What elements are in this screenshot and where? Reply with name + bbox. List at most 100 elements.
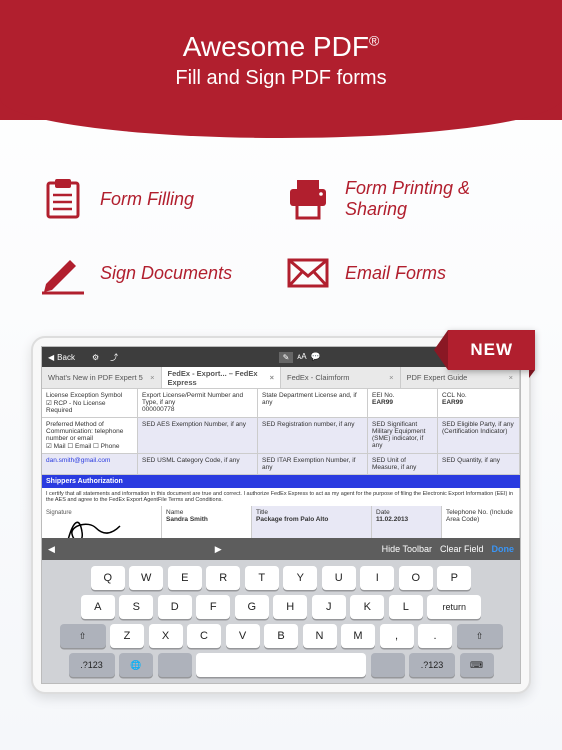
key-L[interactable]: L (389, 595, 423, 619)
form-cell: EEI No.EAR99 (368, 389, 438, 417)
key-.[interactable]: . (418, 624, 452, 648)
clear-field-button[interactable]: Clear Field (440, 544, 484, 554)
document-tabs: What's New in PDF Expert 5× FedEx - Expo… (42, 367, 520, 389)
key-P[interactable]: P (437, 566, 471, 590)
form-cell: Preferred Method of Communication: telep… (42, 418, 138, 453)
clipboard-icon (40, 176, 86, 222)
key-K[interactable]: K (350, 595, 384, 619)
tab-fedex-export[interactable]: FedEx - Export... – FedEx Express× (162, 367, 282, 388)
key-U[interactable]: U (322, 566, 356, 590)
keyboard-accessory-bar: ◀ ▶ Hide Toolbar Clear Field Done (42, 538, 520, 560)
title: Awesome PDF® (183, 31, 380, 63)
key-.?123[interactable]: .?123 (69, 653, 115, 677)
key-E[interactable]: E (168, 566, 202, 590)
key-blank[interactable] (371, 653, 405, 677)
key-D[interactable]: D (158, 595, 192, 619)
name-field[interactable]: Sandra Smith (166, 516, 208, 523)
settings-icon[interactable]: ⚙ (92, 353, 99, 362)
form-cell: Export License/Permit Number and Type, i… (138, 389, 258, 417)
signature-field[interactable]: Signature (42, 506, 162, 538)
key-⌨[interactable]: ⌨ (460, 653, 494, 677)
back-button[interactable]: Back (57, 353, 75, 362)
key-Y[interactable]: Y (283, 566, 317, 590)
key-V[interactable]: V (226, 624, 260, 648)
key-J[interactable]: J (312, 595, 346, 619)
pencil-icon (40, 250, 86, 296)
feature-label: Form Printing & Sharing (345, 178, 522, 219)
key-return[interactable]: return (427, 595, 481, 619)
key-F[interactable]: F (196, 595, 230, 619)
virtual-keyboard: QWERTYUIOP ASDFGHJKLreturn ⇧ZXCVBNM,.⇧ .… (42, 560, 520, 683)
close-tab-icon[interactable]: × (509, 373, 513, 382)
form-field[interactable]: SED Registration number, if any (258, 418, 368, 453)
signature-drawing (60, 512, 130, 538)
features-grid: Form Filling Form Printing & Sharing Sig… (0, 120, 562, 320)
feature-label: Email Forms (345, 263, 446, 284)
envelope-icon (285, 250, 331, 296)
key-S[interactable]: S (119, 595, 153, 619)
key-X[interactable]: X (149, 624, 183, 648)
close-tab-icon[interactable]: × (389, 373, 393, 382)
date-field[interactable]: 11.02.2013 (376, 516, 408, 523)
marketing-header: Awesome PDF® Fill and Sign PDF forms (0, 0, 562, 120)
hide-toolbar-button[interactable]: Hide Toolbar (382, 544, 432, 554)
form-field[interactable]: SED Unit of Measure, if any (368, 454, 438, 474)
key-⇧[interactable]: ⇧ (457, 624, 503, 648)
form-field[interactable]: SED ITAR Exemption Number, if any (258, 454, 368, 474)
close-tab-icon[interactable]: × (270, 373, 274, 382)
key-O[interactable]: O (399, 566, 433, 590)
feature-label: Form Filling (100, 189, 194, 210)
key-I[interactable]: I (360, 566, 394, 590)
form-field[interactable]: SED Significant Military Equipment (SME)… (368, 418, 438, 453)
tab-whats-new[interactable]: What's New in PDF Expert 5× (42, 367, 162, 388)
key-A[interactable]: A (81, 595, 115, 619)
key-blank[interactable] (158, 653, 192, 677)
printer-icon (285, 176, 331, 222)
close-tab-icon[interactable]: × (150, 373, 154, 382)
key-🌐[interactable]: 🌐 (119, 653, 153, 677)
key-space[interactable] (196, 653, 366, 677)
key-R[interactable]: R (206, 566, 240, 590)
tablet-mockup: NEW ◀ Back ⚙ ⤴ ✎ ᴀA 💬 🔖 🔍 What's New in … (31, 336, 531, 694)
share-icon[interactable]: ⤴ (110, 352, 118, 363)
feature-email-forms: Email Forms (285, 250, 522, 296)
form-field[interactable]: ☑ Mail ☐ Email ☐ Phone (46, 443, 119, 450)
text-tool-icon[interactable]: ᴀA (297, 352, 306, 363)
feature-form-filling: Form Filling (40, 176, 277, 222)
tab-fedex-claim[interactable]: FedEx - Claimform× (281, 367, 401, 388)
form-field[interactable]: 000000778 (142, 406, 253, 413)
key-,[interactable]: , (380, 624, 414, 648)
key-M[interactable]: M (341, 624, 375, 648)
form-field[interactable]: ☑ RCP - No License Required (46, 399, 133, 414)
key-G[interactable]: G (235, 595, 269, 619)
key-W[interactable]: W (129, 566, 163, 590)
key-.?123[interactable]: .?123 (409, 653, 455, 677)
key-N[interactable]: N (303, 624, 337, 648)
form-field[interactable]: SED AES Exemption Number, if any (138, 418, 258, 453)
key-H[interactable]: H (273, 595, 307, 619)
pdf-form-content: License Exception Symbol☑ RCP - No Licen… (42, 389, 520, 538)
done-button[interactable]: Done (491, 544, 514, 554)
section-header: Shippers Authorization (42, 475, 520, 488)
feature-printing-sharing: Form Printing & Sharing (285, 176, 522, 222)
key-Z[interactable]: Z (110, 624, 144, 648)
form-field[interactable]: SED Quantity, if any (438, 454, 520, 474)
key-B[interactable]: B (264, 624, 298, 648)
comment-icon[interactable]: 💬 (311, 352, 321, 363)
tablet-screen: ◀ Back ⚙ ⤴ ✎ ᴀA 💬 🔖 🔍 What's New in PDF … (41, 346, 521, 684)
form-field[interactable]: SED USML Category Code, if any (138, 454, 258, 474)
feature-sign-documents: Sign Documents (40, 250, 277, 296)
form-field[interactable]: SED Eligible Party, if any (Certificatio… (438, 418, 520, 453)
feature-label: Sign Documents (100, 263, 232, 284)
field-prev-button[interactable]: ◀ (48, 544, 55, 555)
tab-pdf-guide[interactable]: PDF Expert Guide× (401, 367, 521, 388)
back-chevron-icon[interactable]: ◀ (48, 353, 54, 362)
key-C[interactable]: C (187, 624, 221, 648)
key-⇧[interactable]: ⇧ (60, 624, 106, 648)
edit-icon[interactable]: ✎ (279, 352, 294, 363)
email-field[interactable]: dan.smith@gmail.com (42, 454, 138, 474)
title-field[interactable]: Package from Palo Alto (256, 516, 328, 523)
key-T[interactable]: T (245, 566, 279, 590)
key-Q[interactable]: Q (91, 566, 125, 590)
field-next-button[interactable]: ▶ (215, 544, 222, 555)
